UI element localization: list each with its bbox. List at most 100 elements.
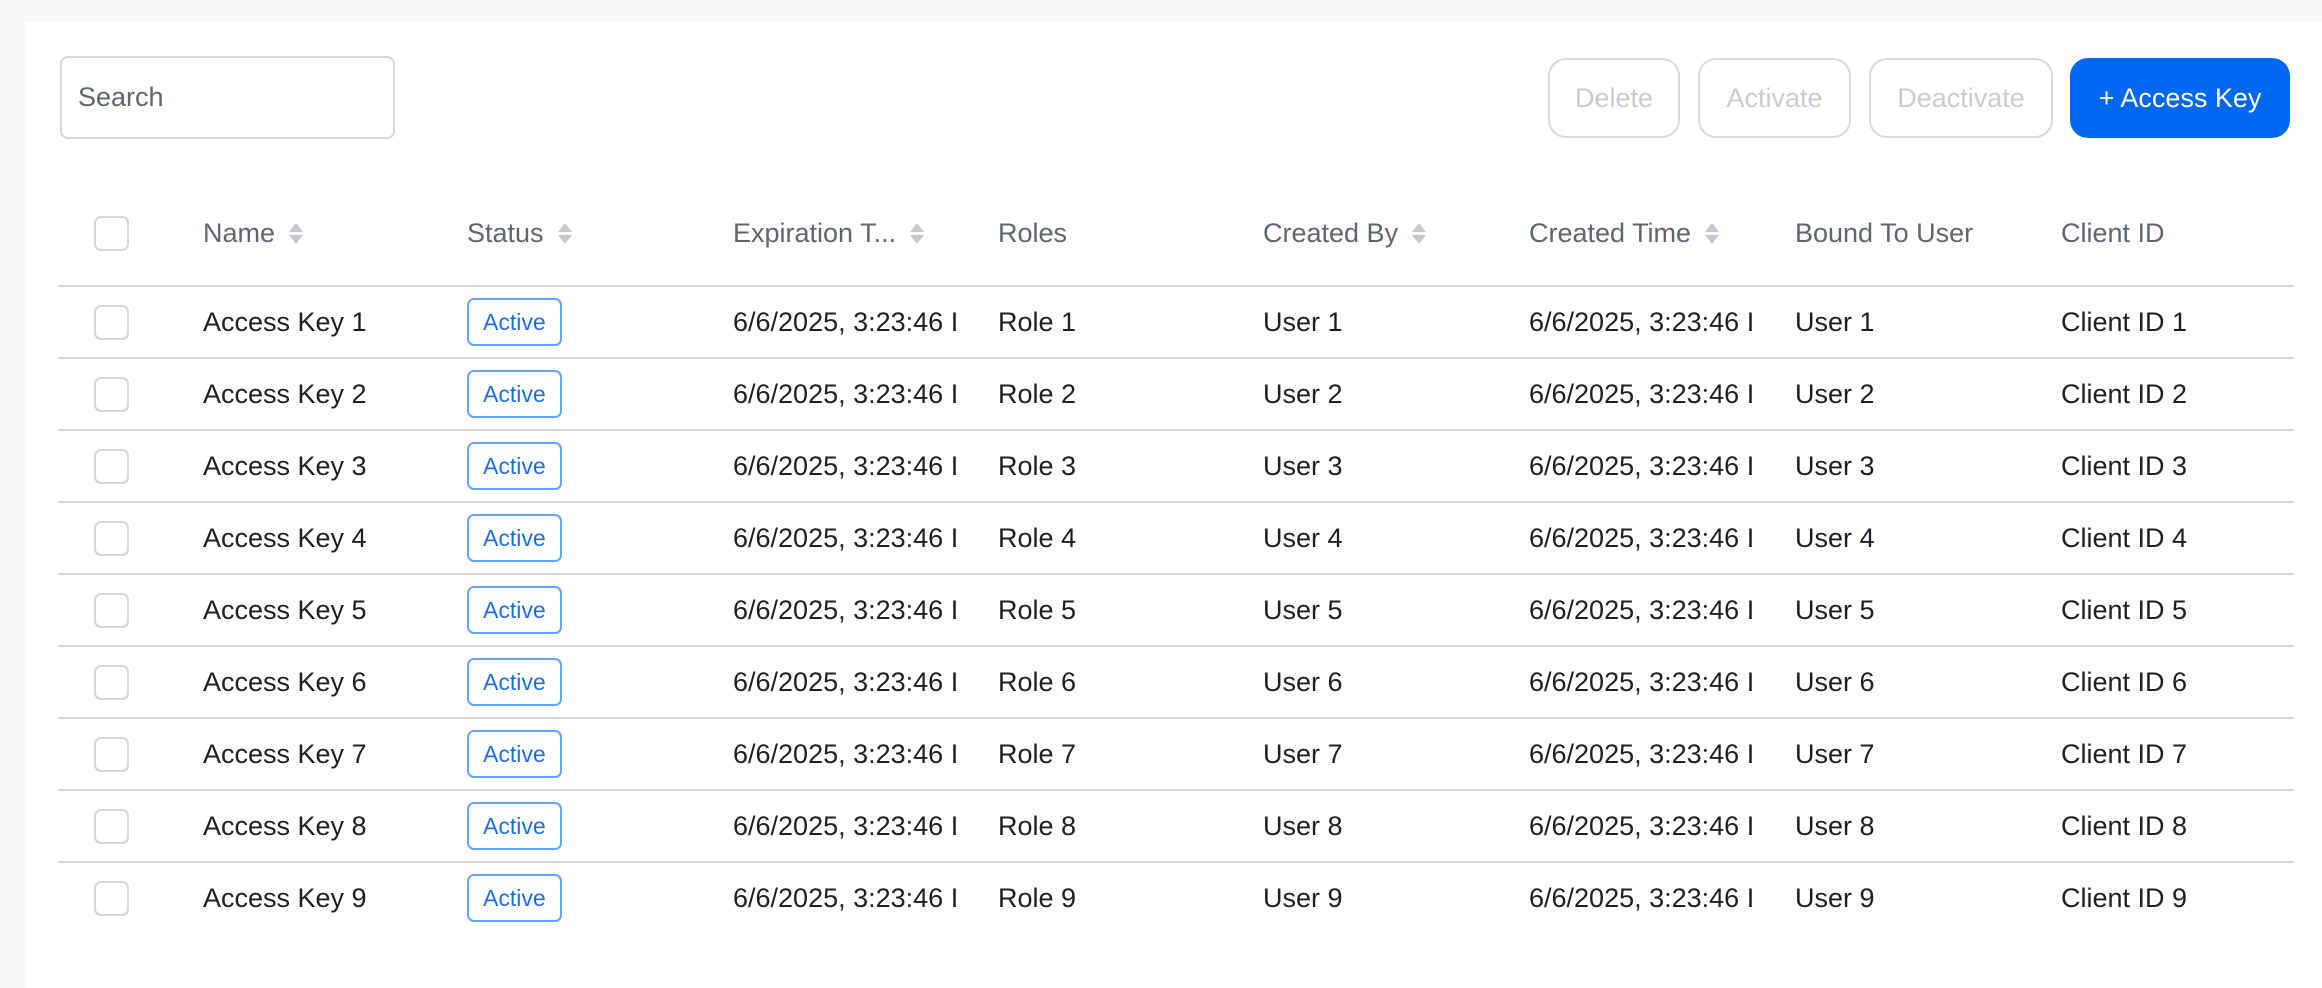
created-by-text: User 3	[1263, 450, 1343, 481]
table-row[interactable]: Access Key 5 Active 6/6/2025, 3:23:46 I Rol…	[58, 575, 2294, 647]
delete-button[interactable]: Delete	[1548, 58, 1680, 138]
expiration-time-text: 6/6/2025, 3:23:46 I	[733, 522, 959, 553]
search-input[interactable]	[60, 56, 395, 139]
column-header-label: Created By	[1263, 218, 1399, 248]
status-cell: Active	[467, 359, 717, 429]
created-time-cell: 6/6/2025, 3:23:46 I	[1529, 647, 1769, 717]
expiration-time-text: 6/6/2025, 3:23:46 I	[733, 810, 959, 841]
table-row[interactable]: Access Key 8 Active 6/6/2025, 3:23:46 I Rol…	[58, 791, 2294, 863]
bound-to-user-cell: User 9	[1795, 863, 2045, 933]
sort-icon[interactable]	[289, 223, 304, 244]
expiration-time-cell: 6/6/2025, 3:23:46 I	[733, 503, 973, 573]
column-header-label: Created Time	[1529, 218, 1692, 248]
created-by-text: User 4	[1263, 522, 1343, 553]
column-header-status[interactable]: Status	[467, 182, 717, 285]
row-checkbox[interactable]	[94, 664, 129, 700]
client-id-text: Client ID 9	[2061, 882, 2188, 913]
roles-text: Role 8	[998, 810, 1077, 841]
deactivate-button[interactable]: Deactivate	[1869, 58, 2053, 138]
client-id-cell: Client ID 1	[2061, 287, 2291, 357]
bound-to-user-text: User 2	[1795, 378, 1875, 409]
sort-descending-icon	[910, 235, 925, 244]
row-checkbox[interactable]	[94, 520, 129, 556]
created-time-cell: 6/6/2025, 3:23:46 I	[1529, 431, 1769, 501]
bound-to-user-text: User 8	[1795, 810, 1875, 841]
client-id-text: Client ID 7	[2061, 738, 2188, 769]
bound-to-user-text: User 4	[1795, 522, 1875, 553]
column-header-expiration-time[interactable]: Expiration T...	[733, 182, 973, 285]
status-cell: Active	[467, 863, 717, 933]
created-time-cell: 6/6/2025, 3:23:46 I	[1529, 791, 1769, 861]
bound-to-user-text: User 6	[1795, 666, 1875, 697]
table-body: Access Key 1 Active 6/6/2025, 3:23:46 I Rol…	[58, 287, 2294, 933]
access-keys-panel: Delete Activate Deactivate + Access Key …	[25, 22, 2322, 988]
table-row[interactable]: Access Key 6 Active 6/6/2025, 3:23:46 I Rol…	[58, 647, 2294, 719]
expiration-time-text: 6/6/2025, 3:23:46 I	[733, 882, 959, 913]
table-row[interactable]: Access Key 2 Active 6/6/2025, 3:23:46 I Rol…	[58, 359, 2294, 431]
client-id-cell: Client ID 7	[2061, 719, 2291, 789]
table-header: Name Status Expiration T... Roles Created By…	[58, 182, 2294, 287]
name-cell: Access Key 8	[203, 791, 453, 861]
client-id-cell: Client ID 4	[2061, 503, 2291, 573]
created-time-text: 6/6/2025, 3:23:46 I	[1529, 450, 1755, 481]
row-select-cell	[94, 863, 129, 933]
created-time-text: 6/6/2025, 3:23:46 I	[1529, 378, 1755, 409]
select-all-checkbox[interactable]	[94, 216, 129, 251]
status-badge: Active	[467, 802, 562, 850]
roles-cell: Role 9	[998, 863, 1248, 933]
row-checkbox[interactable]	[94, 592, 129, 628]
row-select-cell	[94, 575, 129, 645]
expiration-time-text: 6/6/2025, 3:23:46 I	[733, 666, 959, 697]
add-access-key-button[interactable]: + Access Key	[2070, 58, 2290, 138]
row-checkbox[interactable]	[94, 808, 129, 844]
column-header-name[interactable]: Name	[203, 182, 453, 285]
table-row[interactable]: Access Key 4 Active 6/6/2025, 3:23:46 I Rol…	[58, 503, 2294, 575]
bound-to-user-text: User 1	[1795, 306, 1875, 337]
row-select-cell	[94, 359, 129, 429]
status-cell: Active	[467, 575, 717, 645]
roles-cell: Role 2	[998, 359, 1248, 429]
roles-text: Role 9	[998, 882, 1077, 913]
row-select-cell	[94, 791, 129, 861]
table-row[interactable]: Access Key 7 Active 6/6/2025, 3:23:46 I Rol…	[58, 719, 2294, 791]
bound-to-user-text: User 3	[1795, 450, 1875, 481]
table-row[interactable]: Access Key 3 Active 6/6/2025, 3:23:46 I Rol…	[58, 431, 2294, 503]
column-header-created-by[interactable]: Created By	[1263, 182, 1513, 285]
column-header-roles: Roles	[998, 182, 1248, 285]
row-checkbox[interactable]	[94, 448, 129, 484]
sort-descending-icon	[557, 235, 572, 244]
sort-ascending-icon	[557, 223, 572, 232]
roles-cell: Role 8	[998, 791, 1248, 861]
table-row[interactable]: Access Key 9 Active 6/6/2025, 3:23:46 I Rol…	[58, 863, 2294, 933]
sort-ascending-icon	[910, 223, 925, 232]
status-badge: Active	[467, 658, 562, 706]
client-id-text: Client ID 2	[2061, 378, 2188, 409]
roles-cell: Role 3	[998, 431, 1248, 501]
column-header-created-time[interactable]: Created Time	[1529, 182, 1769, 285]
status-badge: Active	[467, 298, 562, 346]
created-by-text: User 2	[1263, 378, 1343, 409]
sort-icon[interactable]	[1705, 223, 1720, 244]
sort-descending-icon	[1412, 235, 1427, 244]
name-cell: Access Key 9	[203, 863, 453, 933]
sort-icon[interactable]	[1412, 223, 1427, 244]
sort-ascending-icon	[289, 223, 304, 232]
created-time-text: 6/6/2025, 3:23:46 I	[1529, 306, 1755, 337]
table-row[interactable]: Access Key 1 Active 6/6/2025, 3:23:46 I Rol…	[58, 287, 2294, 359]
bound-to-user-cell: User 7	[1795, 719, 2045, 789]
row-checkbox[interactable]	[94, 376, 129, 412]
row-checkbox[interactable]	[94, 736, 129, 772]
sort-icon[interactable]	[910, 223, 925, 244]
bound-to-user-cell: User 6	[1795, 647, 2045, 717]
row-select-cell	[94, 647, 129, 717]
status-badge: Active	[467, 874, 562, 922]
name-text: Access Key 4	[203, 522, 367, 553]
activate-button[interactable]: Activate	[1698, 58, 1851, 138]
created-time-text: 6/6/2025, 3:23:46 I	[1529, 738, 1755, 769]
name-text: Access Key 5	[203, 594, 367, 625]
created-by-text: User 1	[1263, 306, 1343, 337]
row-checkbox[interactable]	[94, 880, 129, 916]
row-checkbox[interactable]	[94, 304, 129, 340]
expiration-time-text: 6/6/2025, 3:23:46 I	[733, 378, 959, 409]
sort-icon[interactable]	[557, 223, 572, 244]
